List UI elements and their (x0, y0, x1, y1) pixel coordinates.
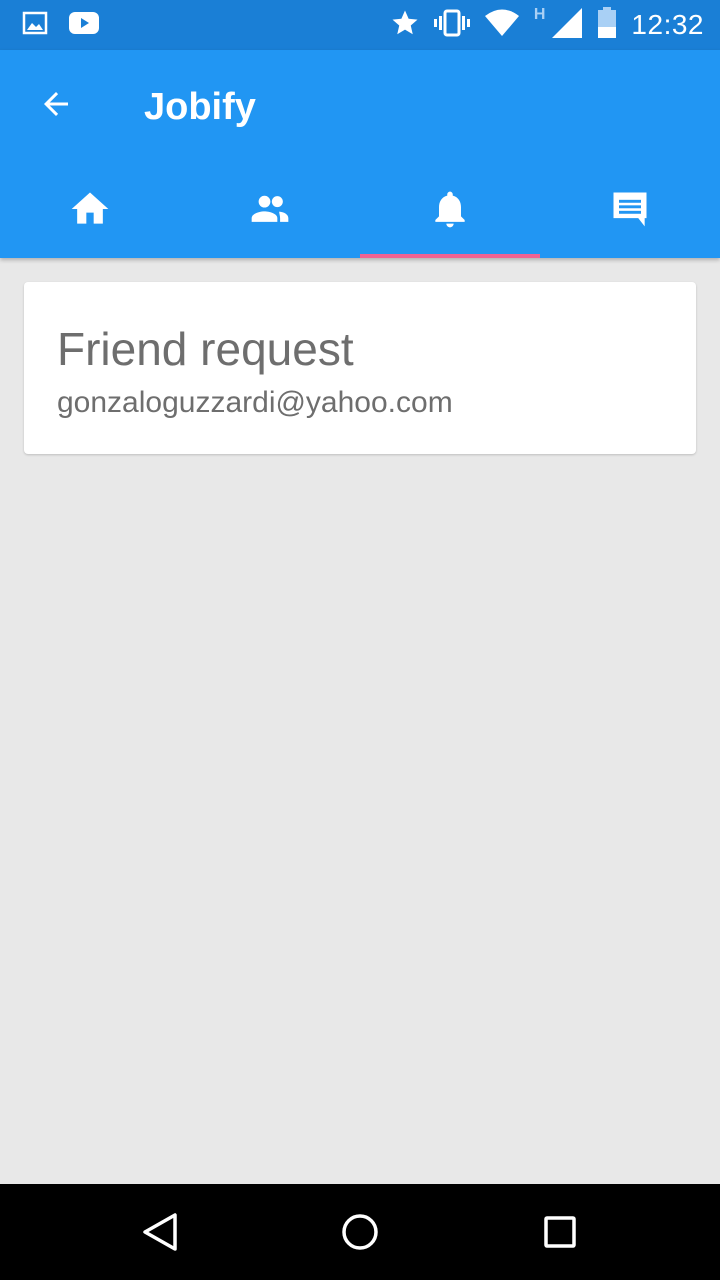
vibrate-icon (433, 8, 470, 43)
notification-card[interactable]: Friend request gonzaloguzzardi@yahoo.com (24, 282, 696, 454)
app-bar: Jobify (0, 50, 720, 258)
youtube-notification-icon (68, 10, 100, 41)
nav-back-button[interactable] (138, 1212, 182, 1256)
home-circle-icon (340, 1212, 380, 1257)
recents-square-icon (540, 1212, 580, 1257)
tab-bar (0, 164, 720, 258)
battery-icon (597, 6, 617, 44)
system-nav-bar (0, 1184, 720, 1280)
back-triangle-icon (140, 1212, 180, 1257)
signal-icon (551, 7, 583, 44)
status-time: 12:32 (631, 9, 704, 40)
home-icon (68, 187, 112, 236)
nav-recents-button[interactable] (538, 1212, 582, 1256)
app-title: Jobify (144, 86, 256, 128)
status-bar: H 12:32 (0, 0, 720, 50)
tab-notifications[interactable] (360, 164, 540, 258)
people-icon (248, 187, 292, 236)
back-button[interactable] (36, 86, 76, 126)
tab-active-indicator (360, 254, 540, 258)
wifi-icon (484, 9, 520, 42)
arrow-back-icon (38, 86, 74, 127)
gallery-notification-icon (22, 10, 48, 41)
notification-email: gonzaloguzzardi@yahoo.com (57, 386, 453, 419)
tab-friends[interactable] (180, 164, 360, 258)
nav-home-button[interactable] (338, 1212, 382, 1256)
notifications-icon (428, 187, 472, 236)
notification-title: Friend request (57, 323, 354, 375)
tab-messages[interactable] (540, 164, 720, 258)
star-icon (390, 8, 420, 43)
network-type-label: H (533, 6, 546, 23)
tab-home[interactable] (0, 164, 180, 258)
chat-icon (608, 187, 652, 236)
